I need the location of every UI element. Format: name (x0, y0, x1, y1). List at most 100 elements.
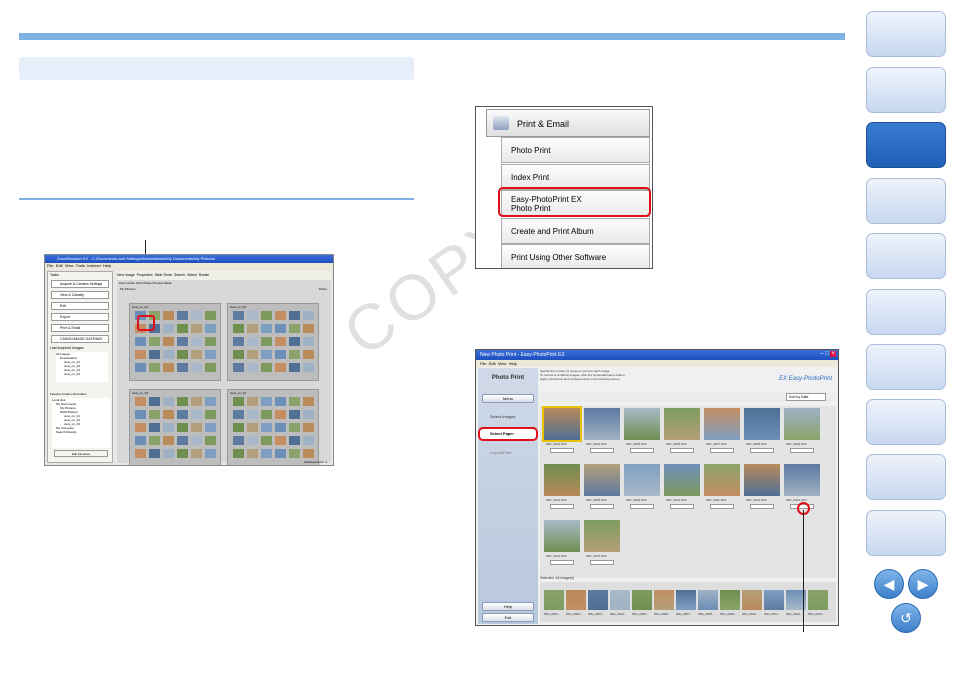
photo-thumbnail[interactable] (149, 337, 160, 346)
copies-stepper[interactable] (550, 448, 574, 453)
photo-thumbnail[interactable] (205, 363, 216, 372)
toolbar-search[interactable]: Search (174, 273, 185, 277)
menu-other-software[interactable]: Print Using Other Software (501, 244, 650, 268)
photo-thumbnail[interactable] (233, 423, 244, 432)
photo-thumbnail[interactable] (163, 350, 174, 359)
maximize-icon[interactable]: □ (825, 351, 829, 357)
photo-thumbnail[interactable] (191, 423, 202, 432)
menu-button[interactable]: Menu (482, 394, 534, 403)
photo-thumbnail[interactable] (163, 337, 174, 346)
image-thumbnail[interactable] (624, 464, 660, 496)
photo-thumbnail[interactable] (135, 449, 146, 458)
image-thumbnail[interactable] (584, 408, 620, 440)
photo-thumbnail[interactable] (205, 324, 216, 333)
photo-thumbnail[interactable] (177, 311, 188, 320)
menu-file[interactable]: File (47, 263, 53, 268)
photo-thumbnail[interactable] (191, 436, 202, 445)
image-thumbnail[interactable] (664, 408, 700, 440)
photo-thumbnail[interactable] (275, 324, 286, 333)
minimize-icon[interactable]: – (820, 351, 823, 357)
photo-thumbnail[interactable] (205, 423, 216, 432)
photo-thumbnail[interactable] (289, 423, 300, 432)
image-thumbnail[interactable] (784, 464, 820, 496)
photo-thumbnail[interactable] (177, 449, 188, 458)
strip-thumbnail[interactable] (676, 590, 696, 610)
photo-thumbnail[interactable] (205, 397, 216, 406)
photo-thumbnail[interactable] (303, 363, 314, 372)
tree-item[interactable]: Search Results (52, 430, 110, 434)
menu-view[interactable]: View (498, 361, 507, 366)
task-canon-gateway[interactable]: CANON iMAGE GATEWAY (51, 335, 109, 343)
sidebar-tab-5[interactable] (866, 233, 946, 279)
sidebar-tab-7[interactable] (866, 344, 946, 390)
photo-thumbnail[interactable] (205, 449, 216, 458)
strip-thumbnail[interactable] (544, 590, 564, 610)
strip-thumbnail[interactable] (632, 590, 652, 610)
next-page-button[interactable]: ▶ (908, 569, 938, 599)
photo-thumbnail[interactable] (289, 311, 300, 320)
photo-thumbnail[interactable] (247, 311, 258, 320)
photo-thumbnail[interactable] (261, 363, 272, 372)
sidebar-tab-2[interactable] (866, 67, 946, 113)
strip-thumbnail[interactable] (764, 590, 784, 610)
photo-thumbnail[interactable] (177, 436, 188, 445)
copies-stepper[interactable] (670, 504, 694, 509)
photo-thumbnail[interactable] (261, 324, 272, 333)
toolbar-rotate[interactable]: Rotate (199, 273, 209, 277)
photo-thumbnail[interactable] (191, 397, 202, 406)
photo-thumbnail[interactable] (191, 311, 202, 320)
photo-thumbnail[interactable] (135, 410, 146, 419)
tab-scroll-mode[interactable]: Scroll Mode (136, 281, 152, 285)
copies-stepper[interactable] (630, 504, 654, 509)
menu-view[interactable]: View (65, 263, 74, 268)
photo-thumbnail[interactable] (247, 363, 258, 372)
copies-stepper[interactable] (630, 448, 654, 453)
toolbar-select[interactable]: Select (187, 273, 197, 277)
photo-thumbnail[interactable] (261, 436, 272, 445)
toolbar-properties[interactable]: Properties (137, 273, 153, 277)
photo-thumbnail[interactable] (289, 410, 300, 419)
menu-internet[interactable]: Internet (87, 263, 101, 268)
photo-thumbnail[interactable] (191, 410, 202, 419)
photo-thumbnail[interactable] (233, 410, 244, 419)
strip-thumbnail[interactable] (808, 590, 828, 610)
photo-thumbnail[interactable] (177, 337, 188, 346)
photo-thumbnail[interactable] (205, 410, 216, 419)
image-thumbnail[interactable] (544, 464, 580, 496)
photo-thumbnail[interactable] (275, 449, 286, 458)
copies-stepper[interactable] (550, 560, 574, 565)
image-thumbnail[interactable] (744, 408, 780, 440)
photo-thumbnail[interactable] (135, 397, 146, 406)
photo-thumbnail[interactable] (149, 410, 160, 419)
task-acquire[interactable]: Acquire & Camera Settings (51, 280, 109, 288)
task-view-classify[interactable]: View & Classify (51, 291, 109, 299)
photo-thumbnail[interactable] (247, 324, 258, 333)
photo-thumbnail[interactable] (261, 337, 272, 346)
photo-thumbnail[interactable] (163, 423, 174, 432)
strip-thumbnail[interactable] (654, 590, 674, 610)
photo-thumbnail[interactable] (177, 423, 188, 432)
photo-thumbnail[interactable] (275, 423, 286, 432)
photo-thumbnail[interactable] (289, 363, 300, 372)
photo-thumbnail[interactable] (261, 449, 272, 458)
image-thumbnail[interactable] (584, 464, 620, 496)
photo-thumbnail[interactable] (247, 436, 258, 445)
photo-thumbnail[interactable] (275, 410, 286, 419)
photo-thumbnail[interactable] (191, 449, 202, 458)
photo-thumbnail[interactable] (177, 363, 188, 372)
photo-thumbnail[interactable] (261, 350, 272, 359)
photo-thumbnail[interactable] (303, 350, 314, 359)
photo-thumbnail[interactable] (289, 324, 300, 333)
task-export[interactable]: Export (51, 313, 109, 321)
strip-thumbnail[interactable] (698, 590, 718, 610)
photo-thumbnail[interactable] (205, 337, 216, 346)
photo-thumbnail[interactable] (191, 324, 202, 333)
photo-thumbnail[interactable] (275, 337, 286, 346)
copies-stepper[interactable] (550, 504, 574, 509)
photo-thumbnail[interactable] (149, 436, 160, 445)
photo-thumbnail[interactable] (163, 449, 174, 458)
photo-thumbnail[interactable] (163, 397, 174, 406)
image-thumbnail[interactable] (784, 408, 820, 440)
photo-thumbnail[interactable] (303, 449, 314, 458)
photo-thumbnail[interactable] (233, 324, 244, 333)
